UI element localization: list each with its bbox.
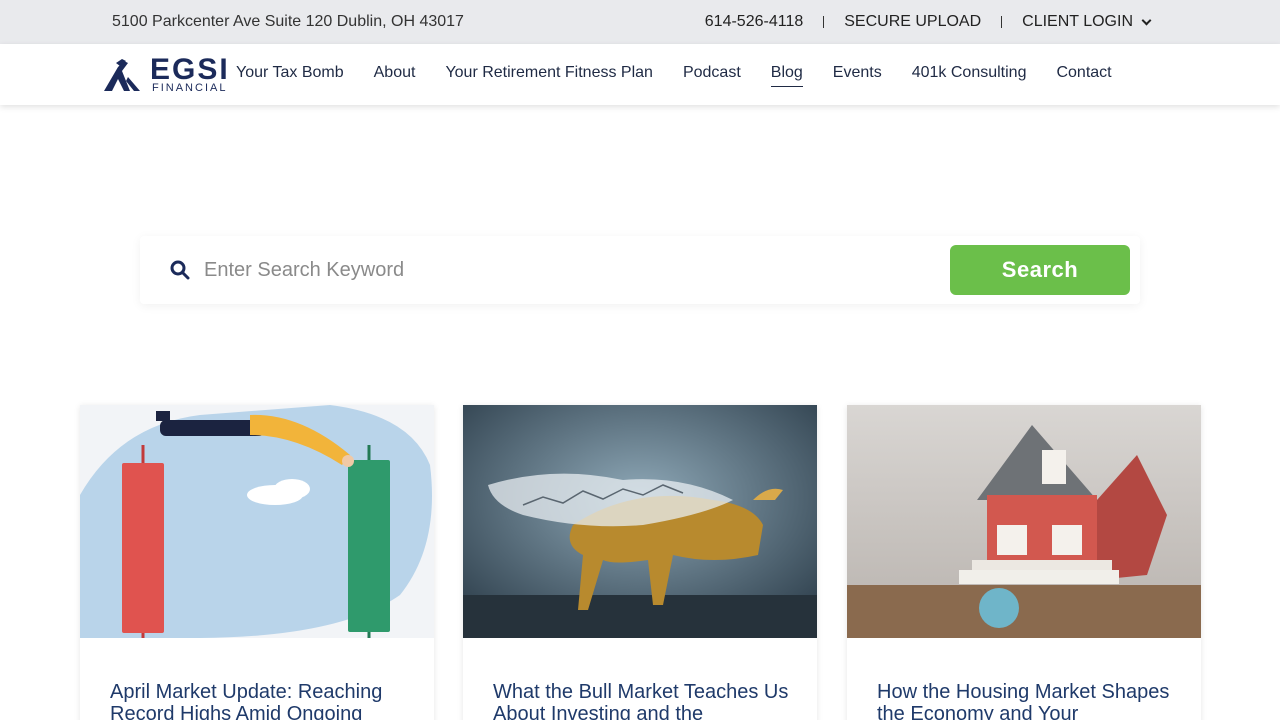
nav-item-your-tax-bomb[interactable]: Your Tax Bomb	[236, 64, 344, 87]
post-title[interactable]: April Market Update: Reaching Record Hig…	[110, 681, 410, 720]
logo-subtitle: FINANCIAL	[152, 82, 228, 94]
client-login-dropdown[interactable]: CLIENT LOGIN	[1022, 13, 1152, 31]
nav-item-podcast[interactable]: Podcast	[683, 64, 741, 87]
top-bar-links: 614-526-4118 SECURE UPLOAD CLIENT LOGIN	[705, 13, 1152, 31]
blog-post-card[interactable]: What the Bull Market Teaches Us About In…	[463, 405, 817, 720]
search-button[interactable]: Search	[950, 245, 1130, 295]
client-login-label: CLIENT LOGIN	[1022, 13, 1133, 30]
divider	[823, 16, 825, 28]
chevron-down-icon	[1141, 15, 1152, 25]
blog-search-bar: Search	[140, 236, 1140, 304]
blog-post-card[interactable]: April Market Update: Reaching Record Hig…	[80, 405, 434, 720]
post-title[interactable]: How the Housing Market Shapes the Econom…	[877, 681, 1177, 720]
post-title[interactable]: What the Bull Market Teaches Us About In…	[493, 681, 793, 720]
blog-post-card[interactable]: How the Housing Market Shapes the Econom…	[847, 405, 1201, 720]
search-input[interactable]	[204, 254, 944, 286]
nav-item-contact[interactable]: Contact	[1056, 64, 1111, 87]
nav-item-retirement-fitness-plan[interactable]: Your Retirement Fitness Plan	[445, 64, 653, 87]
climber-logo-icon	[104, 59, 140, 91]
divider	[1001, 16, 1003, 28]
nav-item-events[interactable]: Events	[833, 64, 882, 87]
office-address: 5100 Parkcenter Ave Suite 120 Dublin, OH…	[112, 13, 464, 30]
post-image-house-model[interactable]	[847, 405, 1201, 638]
nav-menu: Your Tax Bomb About Your Retirement Fitn…	[236, 64, 1112, 87]
logo-wordmark: EGSI	[150, 53, 230, 86]
nav-item-blog[interactable]: Blog	[770, 64, 803, 87]
nav-item-401k-consulting[interactable]: 401k Consulting	[912, 64, 1027, 87]
nav-item-about[interactable]: About	[374, 64, 416, 87]
post-image-golden-bull[interactable]	[463, 405, 817, 638]
main-nav: EGSI FINANCIAL Your Tax Bomb About Your …	[0, 44, 1280, 105]
egsi-logo[interactable]: EGSI FINANCIAL	[102, 55, 234, 95]
search-icon	[170, 260, 190, 280]
top-bar: 5100 Parkcenter Ave Suite 120 Dublin, OH…	[0, 0, 1280, 44]
secure-upload-link[interactable]: SECURE UPLOAD	[844, 13, 981, 31]
post-image-candlestick-leap[interactable]	[80, 405, 434, 638]
phone-link[interactable]: 614-526-4118	[705, 13, 803, 31]
